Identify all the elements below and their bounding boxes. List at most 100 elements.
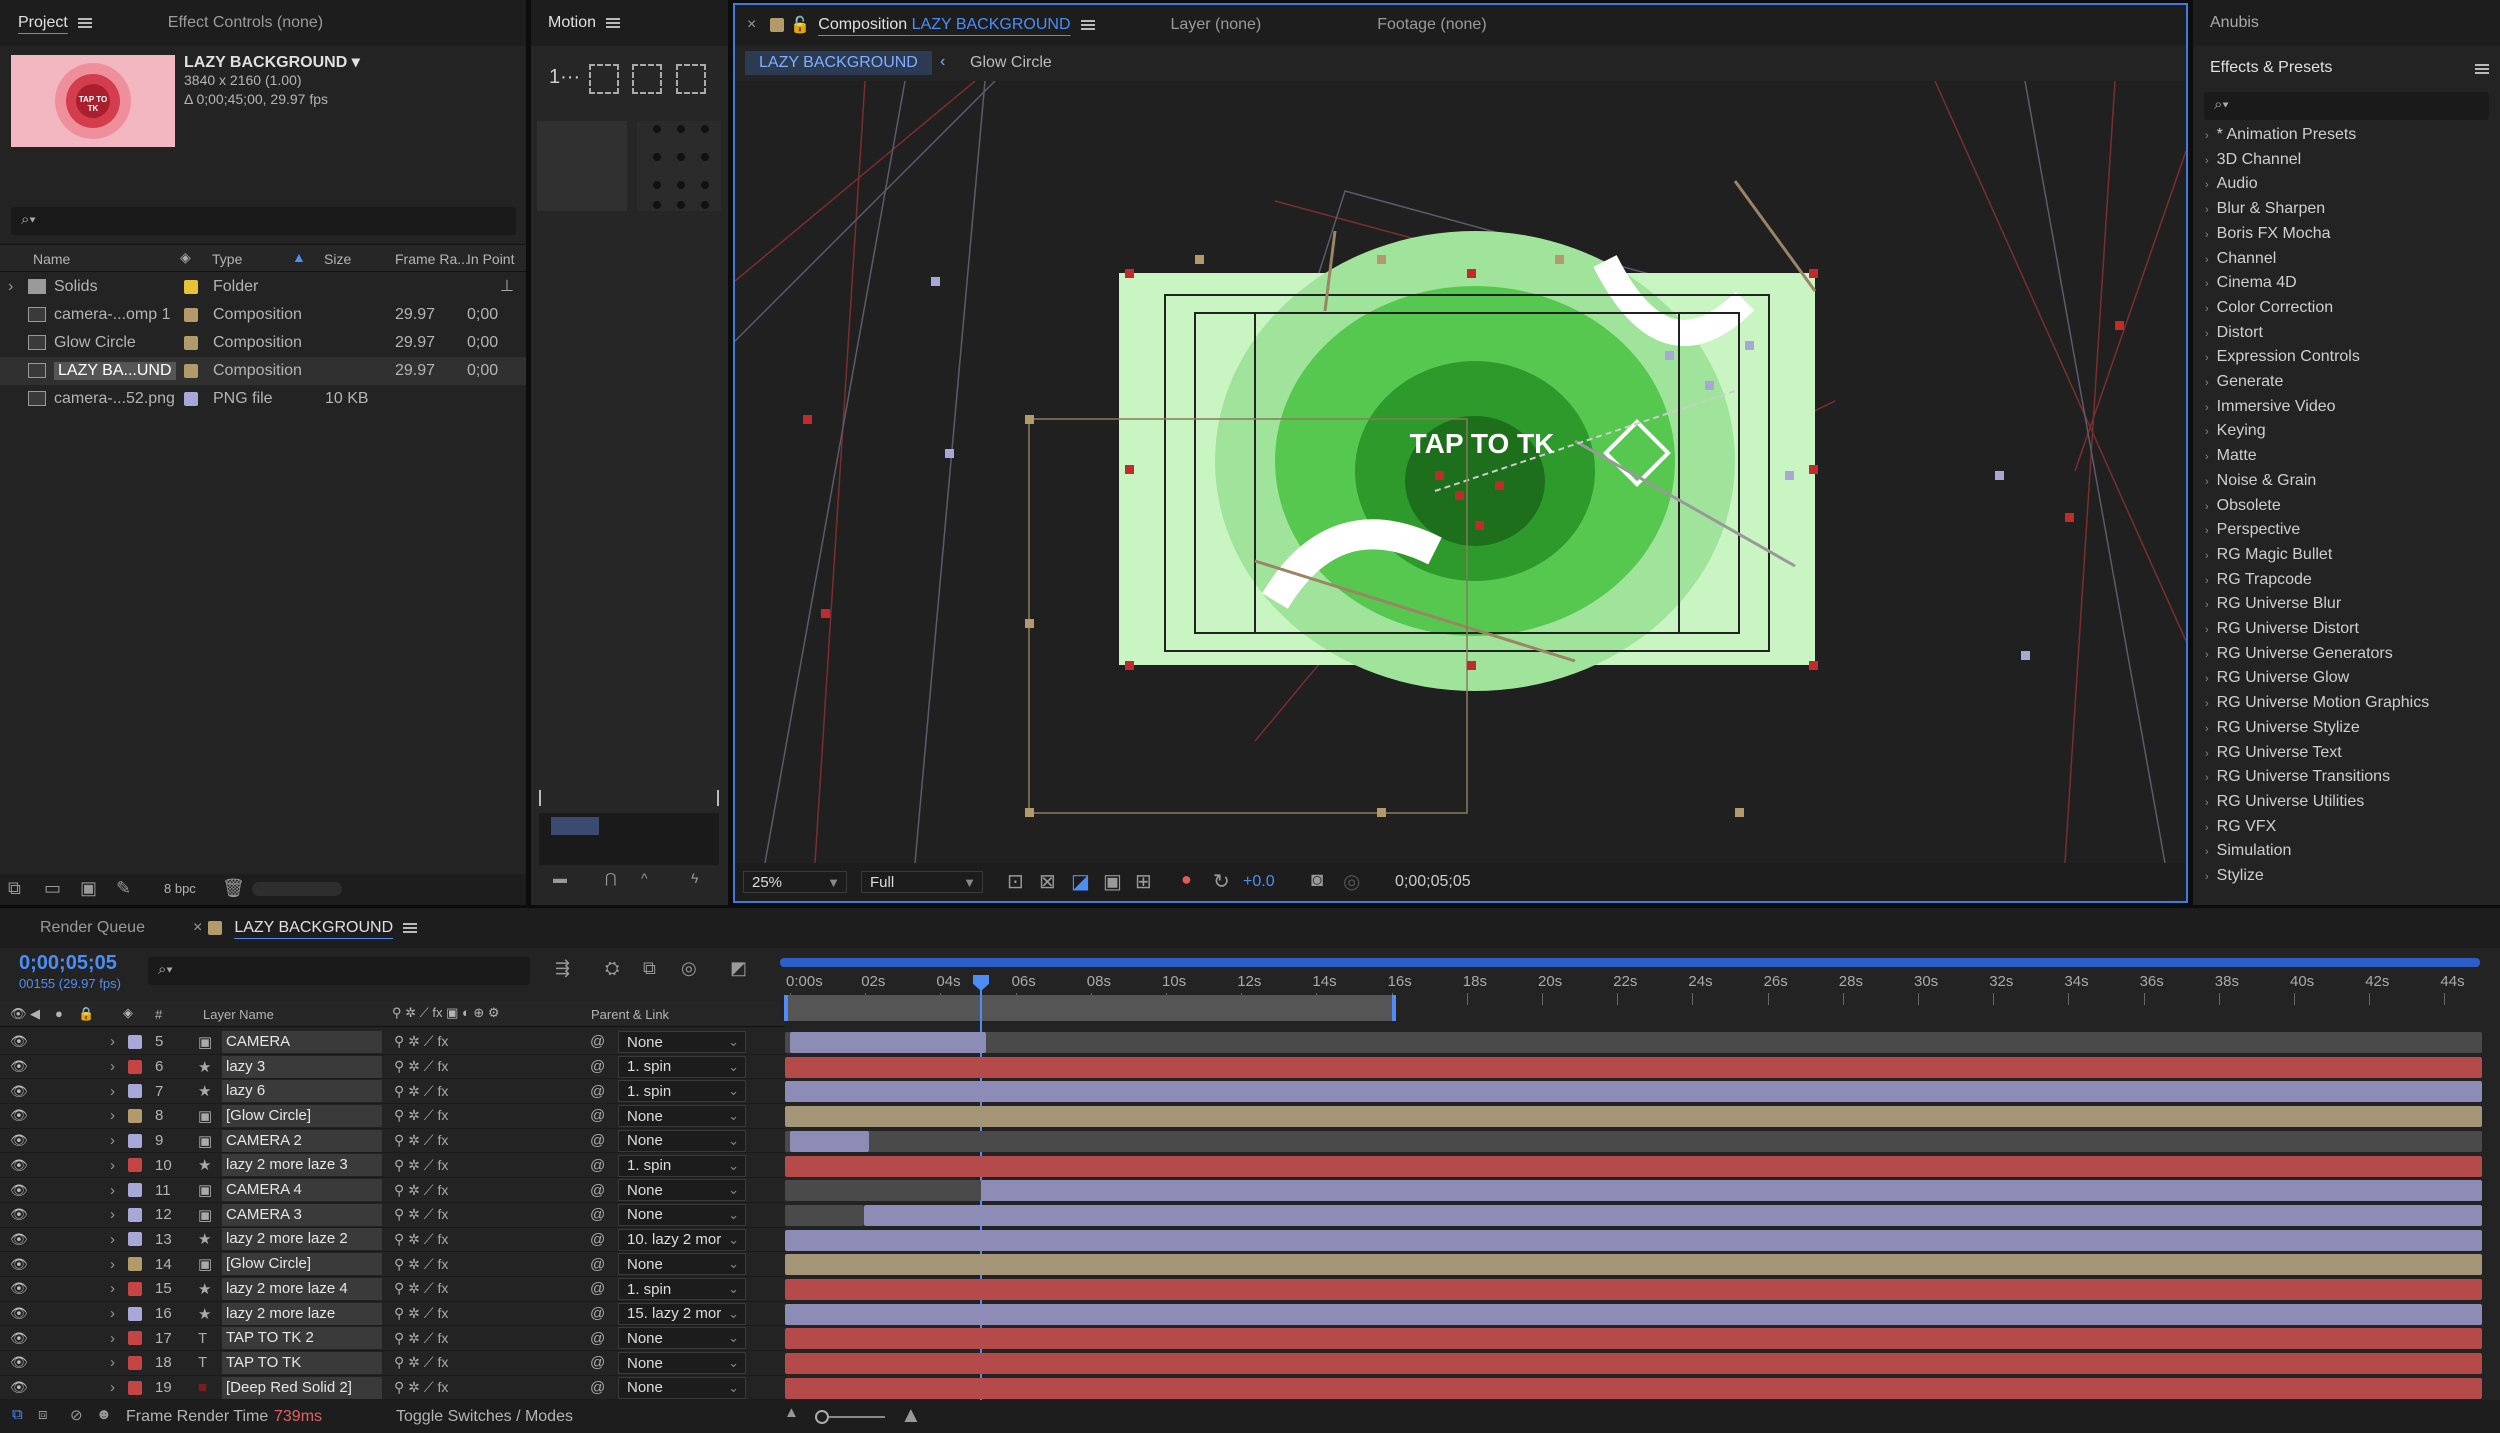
parent-select[interactable]: None ⌄ (618, 1352, 746, 1375)
effects-tab[interactable]: Effects & Presets (2193, 52, 2500, 84)
anubis-tab[interactable]: Anubis (2193, 0, 2500, 46)
expand-chevron-icon[interactable]: › (110, 1132, 115, 1149)
panel-menu-icon[interactable] (2475, 64, 2489, 74)
resolution-select[interactable]: Full ▼ (861, 871, 983, 893)
layer-switches[interactable]: ⚲ ✲ ⟋ fx (394, 1107, 448, 1124)
parent-select[interactable]: None ⌄ (618, 1327, 746, 1350)
tab-render-queue[interactable]: Render Queue (0, 919, 163, 937)
layer-switches[interactable]: ⚲ ✲ ⟋ fx (394, 1305, 448, 1322)
status-icon-2[interactable]: ⧈ (38, 1406, 48, 1423)
col-layer-name[interactable]: Layer Name (203, 1007, 274, 1022)
layer-name[interactable]: CAMERA (222, 1030, 382, 1053)
eye-icon[interactable]: 👁 (10, 1231, 28, 1248)
mask-visibility-icon[interactable]: ◪ (1071, 869, 1090, 894)
effects-category[interactable]: › Generate (2205, 373, 2283, 391)
expand-chevron-icon[interactable]: › (110, 1107, 115, 1124)
layer-switches[interactable]: ⚲ ✲ ⟋ fx (394, 1330, 448, 1347)
layer-name[interactable]: lazy 2 more laze 4 (222, 1277, 382, 1300)
motion-footer-icon-4[interactable]: ϟ (691, 870, 698, 886)
tab-layer[interactable]: Layer (none) (1153, 16, 1280, 34)
viewer-timecode[interactable]: 0;00;05;05 (1395, 873, 1471, 891)
layer-duration-bar[interactable] (785, 1056, 2482, 1078)
breadcrumb-glow-circle[interactable]: Glow Circle (970, 54, 1052, 72)
zoom-out-icon[interactable]: ▲ (784, 1404, 799, 1421)
layer-duration-bar[interactable] (785, 1353, 2482, 1375)
effects-category[interactable]: › * Animation Presets (2205, 126, 2356, 144)
layer-name[interactable]: CAMERA 4 (222, 1179, 382, 1202)
effects-category[interactable]: › Audio (2205, 175, 2258, 193)
layer-row[interactable]: 👁 › 6 ★ lazy 3 ⚲ ✲ ⟋ fx @1. spin ⌄ (0, 1055, 785, 1080)
pick-whip-icon[interactable]: @ (590, 1033, 605, 1050)
label-swatch[interactable] (128, 1232, 142, 1247)
layer-name[interactable]: TAP TO TK (222, 1351, 382, 1374)
label-swatch[interactable] (128, 1158, 142, 1173)
layer-row[interactable]: 👁 › 17 T TAP TO TK 2 ⚲ ✲ ⟋ fx @ None ⌄ (0, 1326, 785, 1352)
expand-chevron-icon[interactable]: › (110, 1280, 115, 1297)
effects-category[interactable]: › Cinema 4D (2205, 274, 2297, 292)
parent-select[interactable]: None ⌄ (618, 1253, 746, 1276)
parent-select[interactable]: None ⌄ (618, 1129, 746, 1152)
layer-row[interactable]: 👁 › 9 ▣ CAMERA 2 ⚲ ✲ ⟋ fx @ None ⌄ (0, 1129, 785, 1154)
align-select-icon[interactable] (589, 64, 619, 94)
project-item[interactable]: LAZY BA...UND Composition 29.97 0;00 (0, 357, 526, 385)
tab-lazy-background[interactable]: LAZY BACKGROUND (234, 919, 435, 937)
draft-3d-icon[interactable]: ⛭ (605, 958, 619, 979)
footer-thumb-slider[interactable] (252, 882, 342, 896)
zoom-select[interactable]: 25% ▼ (743, 871, 847, 893)
pick-whip-icon[interactable]: @ (590, 1132, 605, 1149)
reset-exposure-icon[interactable]: ↻ (1213, 869, 1230, 894)
project-item[interactable]: Glow Circle Composition 29.97 0;00 (0, 329, 526, 357)
col-name[interactable]: Name (33, 251, 70, 267)
label-swatch[interactable] (128, 1355, 142, 1370)
label-swatch[interactable] (184, 280, 198, 294)
chevron-down-icon[interactable]: ▾ (352, 54, 360, 71)
comp-lock-icon[interactable] (770, 18, 785, 32)
comp-viewer[interactable]: TAP TO TK (735, 81, 2186, 863)
layer-duration-bar[interactable] (785, 1130, 2482, 1152)
effects-category[interactable]: › RG VFX (2205, 818, 2276, 836)
effects-category[interactable]: › Boris FX Mocha (2205, 225, 2330, 243)
label-swatch[interactable] (128, 1257, 142, 1272)
motion-graph[interactable] (539, 813, 719, 865)
effects-category[interactable]: › Channel (2205, 250, 2276, 268)
tab-composition[interactable]: Composition LAZY BACKGROUND (816, 16, 1112, 34)
parent-select[interactable]: 1. spin ⌄ (618, 1154, 746, 1177)
exposure-value[interactable]: +0.0 (1243, 873, 1275, 891)
layer-switches[interactable]: ⚲ ✲ ⟋ fx (394, 1083, 448, 1100)
effects-category[interactable]: › RG Universe Blur (2205, 595, 2341, 613)
timeline-timecode[interactable]: 0;00;05;05 (19, 952, 117, 975)
label-swatch[interactable] (184, 308, 198, 322)
effects-category[interactable]: › RG Universe Glow (2205, 669, 2349, 687)
pick-whip-icon[interactable]: @ (590, 1256, 605, 1273)
label-swatch[interactable] (128, 1108, 142, 1123)
bpc-button[interactable]: 8 bpc (164, 881, 196, 896)
project-item[interactable]: camera-...52.png PNG file 10 KB (0, 385, 526, 413)
layer-name[interactable]: TAP TO TK 2 (222, 1327, 382, 1350)
status-icon-1[interactable]: ⧉ (12, 1406, 23, 1423)
zoom-slider-thumb[interactable] (815, 1410, 829, 1424)
layer-duration-bar[interactable] (785, 1328, 2482, 1350)
layer-duration-bar[interactable] (785, 1377, 2482, 1399)
effects-category[interactable]: › Blur & Sharpen (2205, 200, 2325, 218)
tab-motion[interactable]: Motion (531, 14, 638, 32)
layer-row[interactable]: 👁 › 18 T TAP TO TK ⚲ ✲ ⟋ fx @ None ⌄ (0, 1351, 785, 1376)
eye-icon[interactable]: 👁 (10, 1083, 28, 1100)
effects-category[interactable]: › Perspective (2205, 521, 2300, 539)
col-parent[interactable]: Parent & Link (591, 1007, 669, 1022)
layer-switches[interactable]: ⚲ ✲ ⟋ fx (394, 1132, 448, 1149)
layer-switches[interactable]: ⚲ ✲ ⟋ fx (394, 1379, 448, 1396)
pick-whip-icon[interactable]: @ (590, 1280, 605, 1297)
project-item[interactable]: › Solids Folder (0, 273, 526, 301)
toggle-switches-button[interactable]: Toggle Switches / Modes (396, 1408, 573, 1426)
layer-name[interactable]: [Deep Red Solid 2] (222, 1376, 382, 1399)
motion-preview-box[interactable] (537, 121, 627, 211)
layer-name[interactable]: CAMERA 2 (222, 1129, 382, 1152)
effects-category[interactable]: › RG Universe Distort (2205, 620, 2359, 638)
parent-select[interactable]: None ⌄ (618, 1105, 746, 1128)
layer-row[interactable]: 👁 › 7 ★ lazy 6 ⚲ ✲ ⟋ fx @1. spin ⌄ (0, 1079, 785, 1105)
project-item[interactable]: camera-...omp 1 Composition 29.97 0;00 (0, 301, 526, 329)
comp-flowchart-icon[interactable]: ⇶ (555, 958, 570, 979)
pick-whip-icon[interactable]: @ (590, 1330, 605, 1347)
parent-select[interactable]: 1. spin ⌄ (618, 1055, 746, 1078)
layer-switches[interactable]: ⚲ ✲ ⟋ fx (394, 1206, 448, 1223)
